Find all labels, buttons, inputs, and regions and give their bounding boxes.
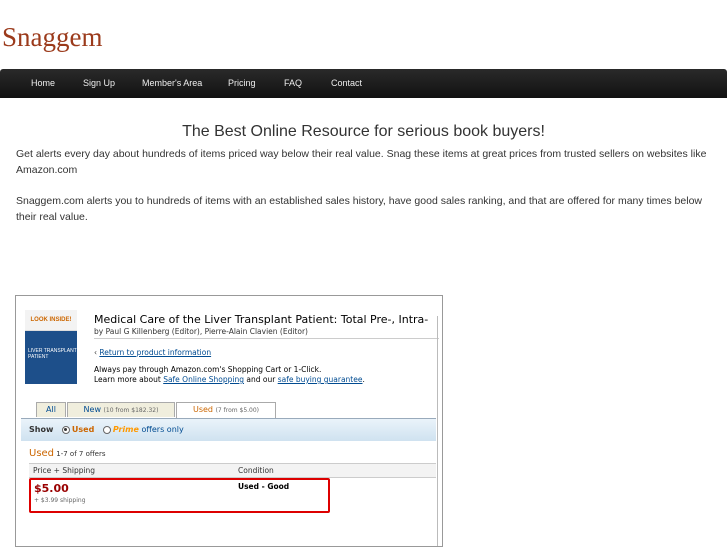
info-line-2: Learn more about Safe Online Shopping an… (94, 375, 365, 385)
highlight-box (29, 478, 330, 513)
intro-paragraph: Get alerts every day about hundreds of i… (16, 148, 707, 176)
offers-table-header: Price + Shipping Condition (29, 463, 436, 478)
safe-online-shopping-link: Safe Online Shopping (163, 375, 244, 384)
tab-label: New (83, 405, 101, 414)
tab-label: All (46, 405, 56, 414)
show-filter-bar: Show Used Prime offers only (21, 418, 436, 441)
offer-count: 1-7 of 7 offers (54, 450, 106, 458)
main-nav: Home Sign Up Member's Area Pricing FAQ C… (0, 69, 727, 98)
tab-label: Used (192, 405, 214, 414)
look-inside-badge: LOOK INSIDE! (25, 310, 77, 331)
radio-prime-icon (102, 425, 111, 434)
nav-members-area[interactable]: Member's Area (142, 69, 202, 98)
prime-logo: Prime (112, 425, 139, 434)
nav-home[interactable]: Home (31, 69, 55, 98)
col-condition: Condition (238, 466, 274, 475)
safe-buying-guarantee-link: safe buying guarantee (277, 375, 363, 384)
show-label: Show (29, 425, 54, 434)
tab-count: (10 from $182.32) (103, 407, 159, 414)
alerts-paragraph: Snaggem.com alerts you to hundreds of it… (16, 195, 702, 223)
return-to-product-link: Return to product information (99, 348, 212, 357)
info-text: . (362, 375, 365, 384)
tab-count: (7 from $5.00) (215, 407, 260, 414)
amazon-offer-screenshot: LOOK INSIDE! LIVER TRANSPLANT PATIENT Me… (15, 295, 443, 547)
nav-contact[interactable]: Contact (331, 69, 362, 98)
option-used: Used (71, 425, 95, 434)
col-price-shipping: Price + Shipping (33, 466, 96, 475)
used-offers-heading: Used 1-7 of 7 offers (29, 448, 106, 459)
used-title: Used (29, 448, 55, 459)
tab-used: Used (7 from $5.00) (176, 402, 276, 419)
cover-title: LIVER TRANSPLANT PATIENT (28, 348, 77, 360)
panel-border (437, 316, 438, 546)
info-text: Learn more about (94, 375, 164, 384)
return-link-row: ‹ Return to product information (94, 348, 211, 357)
radio-used-icon (61, 425, 70, 434)
tab-all: All (36, 402, 66, 417)
safety-info: Always pay through Amazon.com's Shopping… (94, 365, 365, 385)
info-line-1: Always pay through Amazon.com's Shopping… (94, 365, 322, 374)
divider (94, 338, 439, 339)
book-cover-image: LOOK INSIDE! LIVER TRANSPLANT PATIENT (25, 310, 77, 384)
page-headline: The Best Online Resource for serious boo… (182, 123, 545, 140)
product-authors: by Paul G Killenberg (Editor), Pierre-Al… (94, 327, 308, 336)
option-prime-text: offers only (138, 425, 184, 434)
nav-sign-up[interactable]: Sign Up (83, 69, 115, 98)
info-text: and our (243, 375, 278, 384)
product-title: Medical Care of the Liver Transplant Pat… (94, 313, 429, 326)
nav-faq[interactable]: FAQ (284, 69, 302, 98)
tab-new: New (10 from $182.32) (67, 402, 175, 417)
site-logo[interactable]: Snaggem (2, 22, 103, 53)
nav-pricing[interactable]: Pricing (228, 69, 256, 98)
